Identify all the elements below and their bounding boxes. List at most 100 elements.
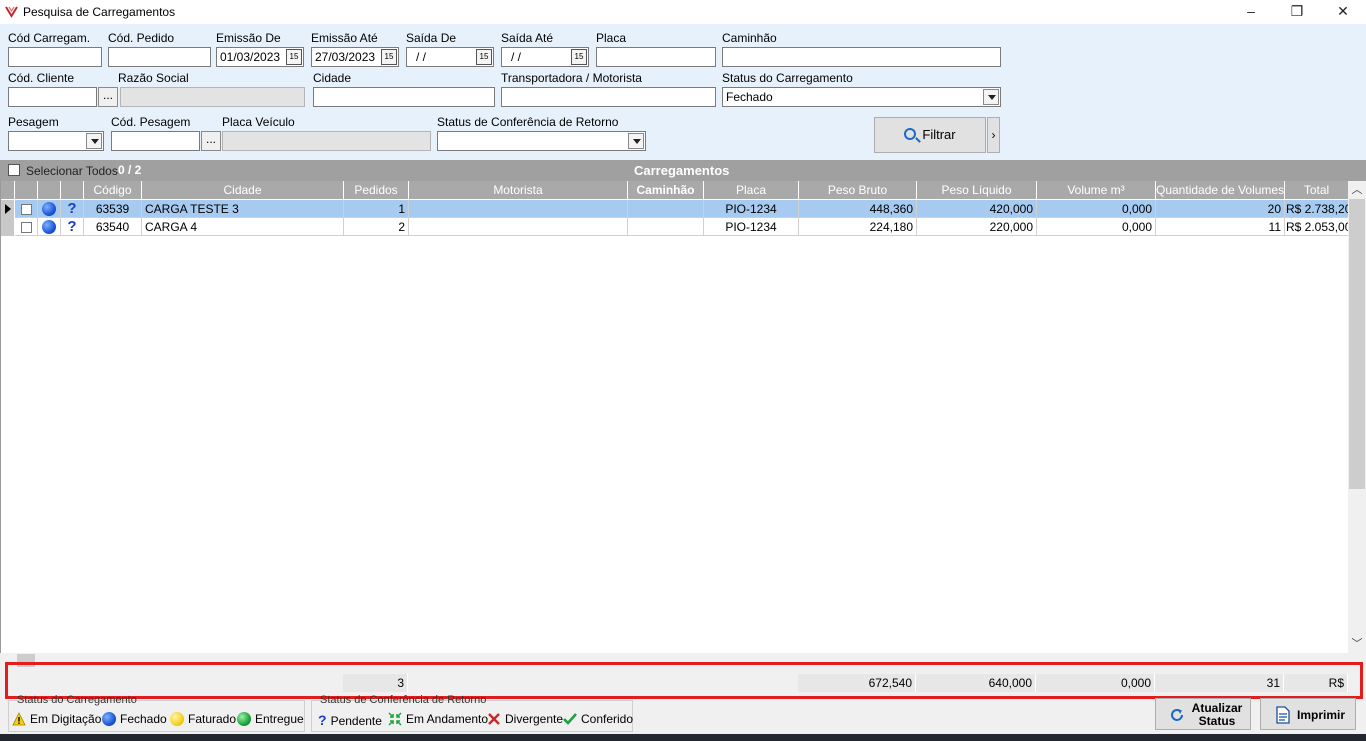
cell-qtd-volumes: 11: [1156, 218, 1285, 236]
col-header-total[interactable]: Total: [1285, 181, 1349, 199]
status-fechado-icon: [42, 202, 56, 216]
legend-status-conferencia: Status de Conferência de Retorno ? Penden…: [311, 694, 633, 732]
conferencia-header: [61, 181, 84, 199]
calendar-icon[interactable]: 15: [381, 49, 397, 65]
cod-pedido-input[interactable]: [108, 47, 211, 67]
scroll-up-icon[interactable]: ︿: [1348, 181, 1366, 199]
cell-motorista: [409, 218, 628, 236]
select-all-label[interactable]: Selecionar Todos: [26, 164, 118, 178]
status-conferencia-select[interactable]: [437, 131, 646, 151]
cell-volume: 0,000: [1037, 200, 1156, 218]
app-logo-icon: [5, 6, 18, 18]
legend-em-digitacao-label: Em Digitação: [30, 712, 102, 726]
cod-carregam-input[interactable]: [8, 47, 102, 67]
legend-divergente: Divergente: [487, 712, 563, 726]
imprimir-label: Imprimir: [1297, 708, 1346, 722]
col-header-volume[interactable]: Volume m³: [1037, 181, 1156, 199]
more-options-button[interactable]: ›: [987, 117, 1000, 153]
title-bar: Pesquisa de Carregamentos – ❐ ✕: [0, 0, 1366, 24]
conferencia-cell: ?: [61, 218, 84, 236]
search-icon: [904, 128, 917, 140]
cell-caminhao: [628, 200, 704, 218]
minimize-button[interactable]: –: [1228, 0, 1274, 24]
legend-em-andamento-label: Em Andamento: [406, 712, 489, 726]
selection-count: 0 / 2: [118, 163, 142, 177]
window-title: Pesquisa de Carregamentos: [23, 5, 176, 19]
col-header-caminhao[interactable]: Caminhão: [628, 181, 704, 199]
calendar-icon[interactable]: 15: [476, 49, 492, 65]
row-indicator: [1, 218, 15, 236]
col-header-qtd-volumes[interactable]: Quantidade de Volumes: [1156, 181, 1285, 199]
status-cell: [38, 218, 61, 236]
legend-fechado-label: Fechado: [120, 712, 167, 726]
caminhao-input[interactable]: [722, 47, 1001, 67]
scroll-thumb[interactable]: [1349, 199, 1365, 489]
col-header-codigo[interactable]: Código: [84, 181, 142, 199]
col-header-cidade[interactable]: Cidade: [142, 181, 344, 199]
chevron-down-icon[interactable]: [86, 133, 102, 149]
emissao-de-input[interactable]: 01/03/2023 15: [216, 47, 304, 67]
atualizar-status-button[interactable]: Atualizar Status: [1155, 698, 1251, 730]
legend-em-digitacao: Em Digitação: [12, 712, 101, 726]
close-button[interactable]: ✕: [1320, 0, 1366, 24]
conferencia-cell: ?: [61, 200, 84, 218]
emissao-ate-input[interactable]: 27/03/2023 15: [311, 47, 399, 67]
calendar-icon[interactable]: 15: [286, 49, 302, 65]
vertical-scrollbar[interactable]: ︿ ﹀: [1348, 181, 1366, 653]
calendar-icon[interactable]: 15: [571, 49, 587, 65]
scroll-down-icon[interactable]: ﹀: [1348, 635, 1366, 653]
status-carregamento-select[interactable]: Fechado: [722, 87, 1001, 107]
legend-em-andamento: Em Andamento: [388, 712, 488, 726]
col-header-peso-liquido[interactable]: Peso Líquido: [917, 181, 1037, 199]
placa-input[interactable]: [596, 47, 716, 67]
cell-volume: 0,000: [1037, 218, 1156, 236]
status-header: [38, 181, 61, 199]
emissao-de-label: Emissão De: [216, 31, 281, 45]
transportadora-input[interactable]: [501, 87, 716, 107]
taskbar-strip: [0, 734, 1366, 741]
emissao-ate-label: Emissão Até: [311, 31, 378, 45]
saida-de-label: Saída De: [406, 31, 457, 45]
col-header-motorista[interactable]: Motorista: [409, 181, 628, 199]
row-checkbox-cell[interactable]: [15, 218, 38, 236]
col-header-pedidos[interactable]: Pedidos: [344, 181, 409, 199]
grid-title: Carregamentos: [634, 163, 730, 178]
table-row[interactable]: ? 63539 CARGA TESTE 3 1 PIO-1234 448,360…: [1, 200, 1349, 218]
filtrar-button[interactable]: Filtrar: [874, 117, 986, 153]
saida-ate-input[interactable]: / / 15: [501, 47, 589, 67]
cod-pesagem-input[interactable]: [111, 131, 200, 151]
legend-entregue: Entregue: [237, 712, 304, 726]
col-header-peso-bruto[interactable]: Peso Bruto: [799, 181, 917, 199]
row-checkbox[interactable]: [20, 222, 32, 233]
cell-cidade: CARGA 4: [142, 218, 344, 236]
cidade-input[interactable]: [313, 87, 495, 107]
row-checkbox[interactable]: [20, 204, 32, 215]
checkbox-header: [15, 181, 38, 199]
saida-de-value: / /: [416, 50, 427, 64]
cliente-lookup-button[interactable]: ...: [98, 87, 118, 107]
table-row[interactable]: ? 63540 CARGA 4 2 PIO-1234 224,180 220,0…: [1, 218, 1349, 236]
cod-cliente-input[interactable]: [8, 87, 97, 107]
cell-cidade: CARGA TESTE 3: [142, 200, 344, 218]
restore-button[interactable]: ❐: [1274, 0, 1320, 24]
pesagem-lookup-button[interactable]: ...: [201, 131, 221, 151]
legend-fechado: Fechado: [102, 712, 167, 726]
status-carregamento-label: Status do Carregamento: [722, 71, 853, 85]
legend-entregue-label: Entregue: [255, 712, 304, 726]
cell-placa: PIO-1234: [704, 200, 799, 218]
select-all-checkbox[interactable]: [8, 164, 20, 176]
pesagem-select[interactable]: [8, 131, 104, 151]
pendente-icon: ?: [67, 218, 77, 235]
legend-pendente: ? Pendente: [318, 712, 382, 728]
cod-pesagem-label: Cód. Pesagem: [111, 115, 191, 129]
transportadora-label: Transportadora / Motorista: [501, 71, 642, 85]
row-checkbox-cell[interactable]: [15, 200, 38, 218]
razao-social-label: Razão Social: [118, 71, 189, 85]
blue-circle-icon: [102, 712, 116, 726]
cell-peso-liquido: 420,000: [917, 200, 1037, 218]
chevron-down-icon[interactable]: [983, 89, 999, 105]
saida-de-input[interactable]: / / 15: [406, 47, 494, 67]
imprimir-button[interactable]: Imprimir: [1260, 698, 1356, 730]
col-header-placa[interactable]: Placa: [704, 181, 799, 199]
chevron-down-icon[interactable]: [628, 133, 644, 149]
